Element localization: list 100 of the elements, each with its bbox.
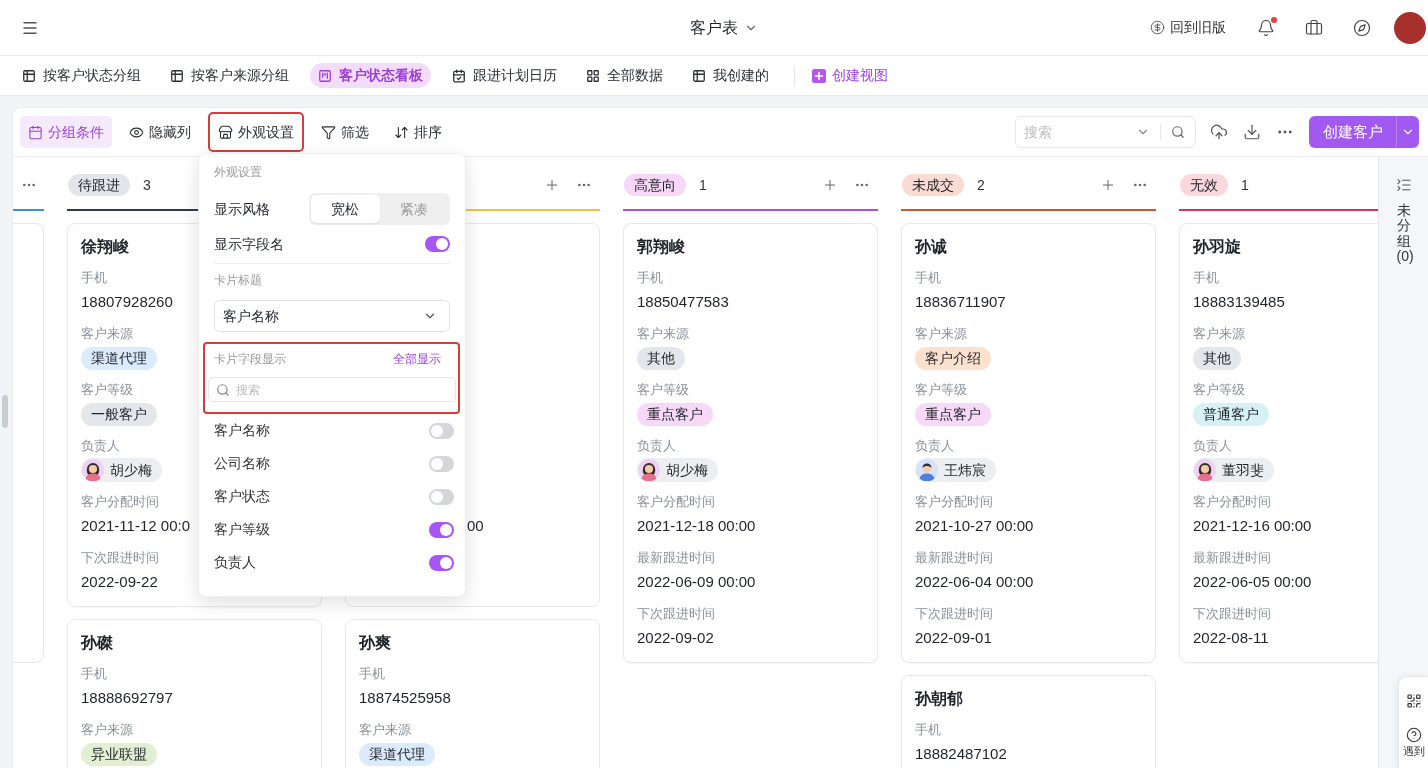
- person-name: 胡少梅: [666, 461, 708, 480]
- field-label: 客户来源: [81, 722, 133, 738]
- toolbar-button[interactable]: 分组条件: [20, 116, 112, 148]
- calendar-icon: [28, 124, 43, 140]
- view-tab[interactable]: 客户状态看板: [310, 63, 431, 88]
- search-icon: [1171, 125, 1185, 139]
- kanban-icon: [318, 68, 332, 83]
- record-card[interactable]: 孙爽 手机 18874525958 客户来源 渠道代理: [345, 619, 600, 768]
- field-value: 2021-12-16 00:00: [1193, 516, 1312, 536]
- status-tag: 无效: [1180, 174, 1228, 196]
- person-name: 董羽斐: [1222, 461, 1264, 480]
- card-count: 3: [143, 175, 151, 195]
- qr-code-icon[interactable]: [1405, 693, 1422, 709]
- field-name: 客户状态: [214, 487, 270, 506]
- field-label: 客户等级: [915, 382, 967, 398]
- field-label: 客户分配时间: [915, 494, 993, 510]
- record-card[interactable]: 孙磔 手机 18888692797 客户来源 异业联盟: [67, 619, 322, 768]
- field-value: 18888692797: [81, 688, 173, 708]
- record-card[interactable]: 孙诚 手机 18836711907 客户来源 客户介绍 客户等级 重点客户 负责人 王炜宸 客户分配时间 2021-10-27 00:00 最新跟进时间 2022-06-04 00:00 下次跟进时间 2022-09-01: [901, 223, 1156, 663]
- create-customer-button[interactable]: 创建客户: [1309, 116, 1419, 148]
- help-label[interactable]: 遇到: [1402, 745, 1425, 758]
- segment-option[interactable]: 宽松: [311, 195, 380, 223]
- scroll-handle[interactable]: [2, 395, 8, 428]
- record-card[interactable]: 郭翔峻 手机 18850477583 客户来源 其他 客户等级 重点客户 负责人 胡少梅 客户分配时间 2021-12-18 00:00 最新跟进时间 2022-06-09 00:00 下次跟进时间 2022-09-02: [623, 223, 878, 663]
- record-card[interactable]: 孙朝郁 手机 18882487102: [901, 675, 1156, 768]
- option-tag: 其他: [637, 346, 685, 370]
- briefcase-icon[interactable]: [1305, 18, 1323, 37]
- legacy-version-link[interactable]: 回到旧版: [1150, 17, 1226, 38]
- field-label: 下次跟进时间: [915, 606, 993, 622]
- card-title: 孙朝郁: [915, 689, 963, 709]
- create-view-button[interactable]: 创建视图: [812, 65, 888, 86]
- field-label: 最新跟进时间: [637, 550, 715, 566]
- card-title: 孙爽: [359, 633, 391, 653]
- search-input[interactable]: 搜索: [1024, 120, 1136, 144]
- notification-bell-icon[interactable]: [1257, 18, 1275, 37]
- view-tab[interactable]: 按客户状态分组: [14, 63, 149, 88]
- upload-icon[interactable]: [1210, 123, 1228, 141]
- ungrouped-label[interactable]: 未分组 (0): [1396, 203, 1411, 265]
- help-icon[interactable]: [1405, 727, 1422, 743]
- toolbar-button[interactable]: 外观设置: [208, 112, 304, 152]
- plus-square-icon: [812, 68, 826, 83]
- download-icon[interactable]: [1243, 123, 1261, 141]
- show-all-link[interactable]: 全部显示: [393, 350, 441, 368]
- field-name: 公司名称: [214, 454, 270, 473]
- option-tag: 其他: [1193, 346, 1241, 370]
- option-tag: 异业联盟: [81, 742, 157, 766]
- option-tag: 渠道代理: [81, 346, 157, 370]
- field-value: 18883139485: [1193, 292, 1285, 312]
- person-name: 胡少梅: [110, 461, 152, 480]
- field-label: 客户分配时间: [81, 494, 159, 510]
- toggle-switch[interactable]: [429, 554, 454, 571]
- field-label: 客户来源: [359, 722, 411, 738]
- person-name: 王炜宸: [944, 461, 986, 480]
- view-tab[interactable]: 我创建的: [684, 63, 777, 88]
- field-name: 客户名称: [214, 421, 270, 440]
- table-title-dropdown[interactable]: 客户表: [689, 15, 758, 40]
- status-tag: 待跟进: [68, 174, 130, 196]
- field-value: 2022-09-22: [81, 572, 158, 592]
- user-avatar[interactable]: [1394, 11, 1426, 44]
- table-icon: [692, 68, 706, 83]
- toggle-switch[interactable]: [429, 422, 454, 439]
- field-label: 手机: [915, 722, 941, 738]
- card-title-select[interactable]: 客户名称: [214, 300, 450, 332]
- toolbar-button[interactable]: 排序: [386, 116, 450, 148]
- field-value: 00: [467, 516, 484, 536]
- field-name: 客户等级: [214, 520, 270, 539]
- field-label: 客户等级: [1193, 382, 1245, 398]
- sort-icon: [394, 124, 409, 140]
- toggle-switch[interactable]: [429, 488, 454, 505]
- toggle-switch[interactable]: [429, 455, 454, 472]
- record-card[interactable]: 孙羽旋 手机 18883139485 客户来源 其他 客户等级 普通客户 负责人 董羽斐 客户分配时间 2021-12-16 00:00 最新跟进时间 2022-06-05 00:00 下次跟进时间 2022-08-11: [1179, 223, 1378, 663]
- toggle-switch[interactable]: [425, 236, 450, 252]
- section-label: 卡片字段显示: [214, 351, 286, 368]
- eye-icon: [129, 124, 144, 140]
- field-label: 下次跟进时间: [637, 606, 715, 622]
- popover-title: 外观设置: [214, 164, 262, 181]
- toolbar-button[interactable]: 筛选: [313, 116, 377, 148]
- field-label: 客户来源: [1193, 326, 1245, 342]
- field-search-field[interactable]: 搜索: [208, 377, 456, 402]
- field-label: 手机: [359, 666, 385, 682]
- field-value: 18850477583: [637, 292, 729, 312]
- collapse-list-icon[interactable]: [1395, 177, 1412, 193]
- card-count: 1: [1241, 175, 1249, 195]
- view-tab[interactable]: 全部数据: [578, 63, 671, 88]
- toggle-switch[interactable]: [429, 521, 454, 538]
- select-value: 客户名称: [223, 306, 279, 326]
- view-tab[interactable]: 跟进计划日历: [444, 63, 565, 88]
- field-label: 客户来源: [637, 326, 689, 342]
- toolbar-button[interactable]: 隐藏列: [121, 116, 199, 148]
- table-icon: [170, 68, 184, 83]
- card-title: 孙诚: [915, 237, 947, 257]
- field-label: 最新跟进时间: [915, 550, 993, 566]
- compass-icon[interactable]: [1353, 18, 1371, 37]
- view-tab[interactable]: 按客户来源分组: [162, 63, 297, 88]
- option-tag: 渠道代理: [359, 742, 435, 766]
- field-label: 手机: [915, 270, 941, 286]
- status-tag: 未成交: [902, 174, 964, 196]
- search-field[interactable]: 搜索: [1015, 116, 1196, 148]
- field-label: 客户分配时间: [1193, 494, 1271, 510]
- setting-label: 显示字段名: [214, 234, 284, 254]
